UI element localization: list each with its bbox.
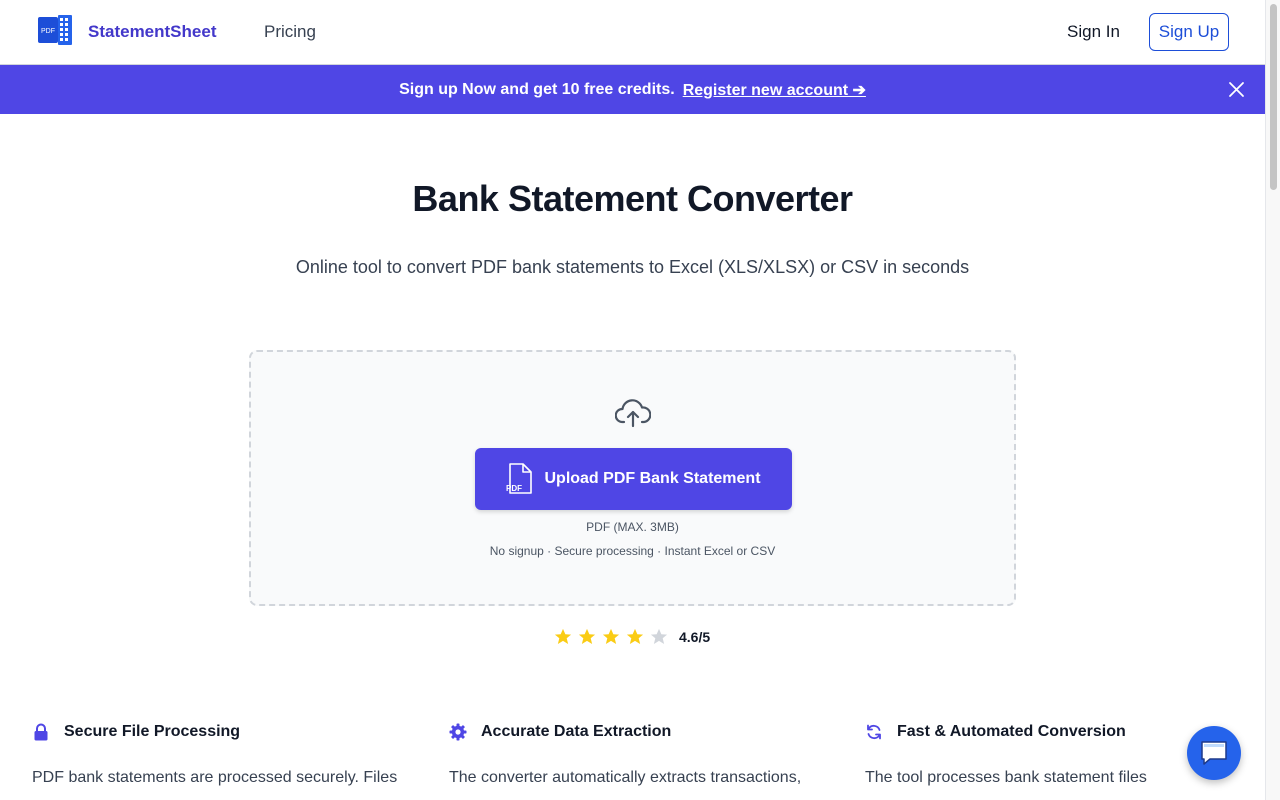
feature-secure: Secure File Processing PDF bank statemen…: [32, 720, 412, 790]
pdf-file-icon: PDF: [506, 463, 533, 494]
nav-pricing-link[interactable]: Pricing: [264, 22, 316, 42]
star-icon: [602, 628, 620, 645]
rating-bar: 4.6/5: [554, 627, 710, 647]
upload-dropzone[interactable]: PDF Upload PDF Bank Statement PDF (MAX. …: [249, 350, 1016, 606]
brand-name[interactable]: StatementSheet: [88, 22, 216, 42]
close-icon[interactable]: [1228, 81, 1245, 98]
chat-widget-button[interactable]: [1187, 726, 1241, 780]
sign-in-link[interactable]: Sign In: [1067, 22, 1120, 42]
page-title: Bank Statement Converter: [412, 178, 853, 219]
svg-text:PDF: PDF: [41, 28, 55, 35]
star-rating: [554, 628, 674, 646]
top-navbar: PDF StatementSheet Pricing Sign In Sign …: [0, 0, 1265, 65]
rating-value: 4.6/5: [679, 629, 711, 645]
scrollbar-thumb[interactable]: [1270, 4, 1277, 190]
upload-button-label: Upload PDF Bank Statement: [544, 470, 761, 487]
sign-up-button[interactable]: Sign Up: [1149, 13, 1229, 51]
feature-title: Accurate Data Extraction: [481, 723, 672, 740]
feature-accurate: Accurate Data Extraction The converter a…: [449, 720, 829, 790]
banner-text: Sign up Now and get 10 free credits.: [399, 80, 675, 98]
upload-features-text: No signup · Secure processing · Instant …: [489, 544, 776, 558]
feature-body: The tool processes bank statement files: [865, 769, 1147, 786]
feature-body: The converter automatically extracts tra…: [449, 769, 802, 786]
lock-icon: [34, 723, 48, 741]
star-icon: [578, 628, 596, 645]
gear-icon: [449, 723, 467, 741]
promo-banner: Sign up Now and get 10 free credits. Reg…: [0, 65, 1265, 114]
cloud-upload-icon: [615, 399, 651, 428]
chat-bubble-icon: [1201, 741, 1227, 765]
register-link[interactable]: Register new account ➔: [683, 80, 866, 100]
file-limit-hint: PDF (MAX. 3MB): [586, 520, 679, 534]
logo-icon[interactable]: PDF: [38, 15, 74, 47]
page-subtitle: Online tool to convert PDF bank statemen…: [295, 257, 970, 277]
svg-text:PDF: PDF: [506, 484, 522, 493]
star-icon: [554, 628, 572, 645]
feature-body: PDF bank statements are processed secure…: [32, 769, 398, 786]
upload-pdf-button[interactable]: PDF Upload PDF Bank Statement: [475, 448, 792, 510]
star-icon: [650, 628, 668, 645]
page-scrollbar[interactable]: [1265, 0, 1280, 800]
star-icon: [626, 628, 644, 645]
feature-title: Fast & Automated Conversion: [897, 723, 1126, 740]
refresh-icon: [867, 724, 881, 740]
feature-title: Secure File Processing: [64, 723, 241, 740]
